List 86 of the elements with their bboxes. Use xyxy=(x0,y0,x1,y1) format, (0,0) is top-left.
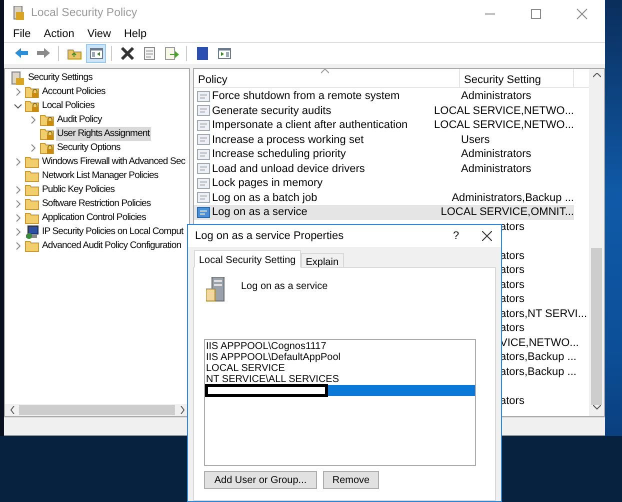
menu-item[interactable]: File xyxy=(13,26,31,43)
tree-item[interactable]: User Rights Assignment xyxy=(56,127,151,141)
policy-name[interactable]: Increase a process working set xyxy=(212,132,364,148)
column-header[interactable]: Security Setting xyxy=(460,69,574,87)
locked-folder-icon xyxy=(25,99,39,113)
scroll-down-icon[interactable] xyxy=(592,405,600,410)
account-item[interactable]: IIS APPPOOL\DefaultAppPool xyxy=(205,352,475,363)
account-item[interactable] xyxy=(205,385,475,396)
dialog-button[interactable]: Remove xyxy=(323,471,379,489)
tree-item[interactable]: Local Policies xyxy=(41,99,96,113)
folder-icon xyxy=(25,239,39,253)
column-header[interactable]: Policy xyxy=(194,69,460,87)
policy-icon xyxy=(197,133,210,146)
security-setting: ators,Backup ... xyxy=(500,364,576,380)
folder-icon xyxy=(25,197,39,211)
security-setting: Users xyxy=(460,132,490,148)
policy-icon xyxy=(197,162,210,176)
horizontal-scrollbar[interactable] xyxy=(5,404,189,416)
security-setting: ators,Backup ... xyxy=(500,350,576,365)
locked-folder-icon xyxy=(40,141,54,155)
network-computer-icon xyxy=(25,225,39,239)
server-icon xyxy=(206,277,226,303)
app-icon xyxy=(13,6,25,21)
folder-icon xyxy=(25,211,39,225)
folder-icon xyxy=(25,169,39,183)
security-setting: LOCAL SERVICE,OMNIT... xyxy=(440,205,574,220)
tree-item[interactable]: IP Security Policies on Local Comput xyxy=(41,225,184,239)
folder-icon xyxy=(25,183,39,197)
help-button[interactable]: ? xyxy=(446,228,466,244)
security-setting: ators,NT SERVI... xyxy=(500,306,588,322)
locked-folder-icon xyxy=(25,85,39,99)
policy-name[interactable]: Load and unload device drivers xyxy=(212,160,365,177)
menu-item[interactable]: View xyxy=(87,26,111,43)
policy-name[interactable]: Force shutdown from a remote system xyxy=(212,88,400,104)
tree-item[interactable]: Audit Policy xyxy=(56,113,103,127)
tree-pane-icon[interactable] xyxy=(86,44,106,63)
account-item[interactable]: IIS APPPOOL\Cognos1117 xyxy=(205,341,475,352)
policy-icon xyxy=(197,104,210,118)
tree-item[interactable]: Network List Manager Policies xyxy=(41,169,160,183)
policy-name[interactable]: Increase scheduling priority xyxy=(212,146,346,162)
dialog-title: Log on as a service Properties xyxy=(195,228,344,244)
tree-item[interactable]: Security Settings xyxy=(27,71,94,85)
security-setting: Administrators xyxy=(460,162,532,176)
security-setting: VICE,NETWO... xyxy=(500,336,579,350)
policy-icon xyxy=(11,71,25,85)
scroll-thumb[interactable] xyxy=(19,405,175,415)
security-setting: LOCAL SERVICE,NETWO... xyxy=(433,104,574,118)
policy-icon xyxy=(197,191,210,204)
dialog-button[interactable]: Add User or Group... xyxy=(204,471,317,489)
locked-folder-icon xyxy=(40,113,54,127)
policy-name: Log on as a service xyxy=(241,280,328,294)
account-item[interactable]: NT SERVICE\ALL SERVICES xyxy=(205,374,475,385)
tree-item[interactable]: Application Control Policies xyxy=(41,211,147,225)
close-button[interactable] xyxy=(482,231,492,241)
menu-item[interactable]: Help xyxy=(124,26,147,43)
window-title: Local Security Policy xyxy=(31,6,138,21)
menu-item[interactable]: Action xyxy=(44,26,74,43)
policy-icon xyxy=(197,90,210,103)
policy-icon xyxy=(197,118,210,132)
scroll-thumb[interactable] xyxy=(591,248,602,405)
policy-icon xyxy=(197,176,210,190)
vertical-scrollbar[interactable] xyxy=(589,69,604,416)
policy-icon xyxy=(197,206,210,219)
dialog-tab[interactable]: Explain xyxy=(300,253,344,268)
tree-item[interactable]: Account Policies xyxy=(41,85,106,99)
policy-name[interactable]: Lock pages in memory xyxy=(212,175,323,192)
policy-icon xyxy=(197,148,210,161)
dialog-tab[interactable]: Local Security Setting xyxy=(194,250,301,268)
folder-icon xyxy=(25,155,39,169)
policy-name[interactable]: Impersonate a client after authentication xyxy=(212,117,408,134)
security-setting: Administrators,Backup ... xyxy=(450,190,574,206)
policy-name[interactable]: Log on as a batch job xyxy=(212,190,318,206)
security-setting: LOCAL SERVICE,NETWO... xyxy=(433,118,574,133)
tree-item[interactable]: Advanced Audit Policy Configuration xyxy=(41,239,182,253)
account-item[interactable]: LOCAL SERVICE xyxy=(205,363,475,374)
tree-item[interactable]: Software Restriction Policies xyxy=(41,197,152,211)
tree-item[interactable]: Public Key Policies xyxy=(41,183,116,197)
selected-row[interactable]: Log on as a service LOCAL SERVICE,OMNIT... xyxy=(194,205,574,220)
locked-folder-icon xyxy=(40,127,54,141)
tree-item[interactable]: Security Options xyxy=(56,141,122,155)
tree-item[interactable]: Windows Firewall with Advanced Sec xyxy=(41,155,186,169)
security-setting: Administrators xyxy=(460,147,532,162)
policy-name[interactable]: Generate security audits xyxy=(212,102,332,119)
security-setting: Administrators xyxy=(460,89,532,104)
scroll-up-icon[interactable] xyxy=(592,73,600,78)
policy-name[interactable]: Log on as a service xyxy=(212,204,308,220)
